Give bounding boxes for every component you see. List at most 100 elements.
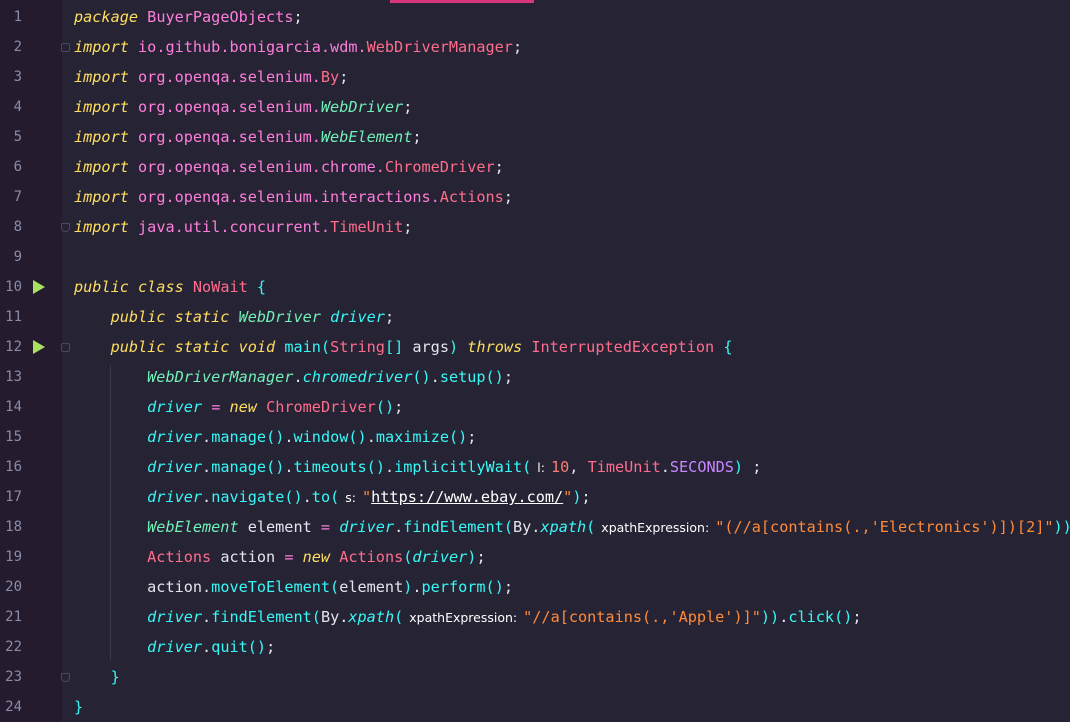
code-token: InterruptedException [531,338,715,356]
code-token: quit [211,638,248,656]
code-token: driver [147,608,203,626]
code-line[interactable]: 12 public static void main(String[] args… [0,332,1070,362]
run-gutter-icon[interactable] [33,280,45,294]
code-line[interactable]: 6 import org.openqa.selenium.chrome.Chrom… [0,152,1070,182]
code-token: ; [743,458,762,476]
code-token: import [74,218,129,236]
code-token: moveToElement [211,578,331,596]
code-line[interactable]: 1 package BuyerPageObjects; [0,2,1070,32]
code-token: xpath [348,608,395,626]
line-number: 17 [5,489,22,505]
code-token: . [412,578,422,596]
code-line[interactable]: 19 Actions action = new Actions(driver); [0,542,1070,572]
code-token: ( [586,518,596,536]
code-token: click [788,608,835,626]
code-line[interactable]: 21 driver.findElement(By.xpath(xpathExpr… [0,602,1070,632]
code-line[interactable]: 11 public static WebDriver driver; [0,302,1070,332]
code-token: driver [147,428,203,446]
code-text: public static WebDriver driver; [74,302,395,332]
code-token: io.github.bonigarcia.wdm. [138,38,367,56]
code-token: () [449,428,468,446]
code-token: Actions [147,548,212,566]
code-token: WebDriver [238,308,321,326]
code-token: new [302,548,331,566]
code-line[interactable]: 22 driver.quit(); [0,632,1070,662]
line-number: 23 [5,669,22,685]
code-token: action. [147,578,212,596]
code-line[interactable]: 2 import io.github.bonigarcia.wdm.WebDriv… [0,32,1070,62]
code-token: { [256,278,267,296]
code-text: import org.openqa.selenium.WebDriver; [74,92,412,122]
code-token: } [74,698,84,716]
code-token: TimeUnit [330,218,404,236]
code-line[interactable]: 3 import org.openqa.selenium.By; [0,62,1070,92]
run-gutter-icon[interactable] [33,340,45,354]
code-line[interactable]: 7 import org.openqa.selenium.interactions… [0,182,1070,212]
code-token: Actions [339,548,404,566]
code-line[interactable]: 4 import org.openqa.selenium.WebDriver; [0,92,1070,122]
code-line[interactable]: 9 [0,242,1070,272]
code-token: = [320,518,331,536]
fold-marker-icon[interactable] [61,223,70,232]
code-text: public class NoWait { [74,272,266,302]
code-line[interactable]: 20 action.moveToElement(element).perform… [0,572,1070,602]
code-text: } [74,662,120,692]
code-token: { [723,338,733,356]
code-line[interactable]: 15 driver.manage().window().maximize(); [0,422,1070,452]
code-token: ) [448,338,459,356]
code-token: " [563,488,573,506]
code-token: . [660,458,670,476]
code-token: import [74,188,129,206]
code-line[interactable]: 23 } [0,662,1070,692]
code-token: () [485,368,504,386]
line-number: 14 [5,399,22,415]
code-line[interactable]: 5 import org.openqa.selenium.WebElement; [0,122,1070,152]
code-token: maximize [375,428,449,446]
code-token: to [311,488,331,506]
line-number: 8 [13,219,22,235]
code-token: import [74,158,129,176]
code-token: findElement [211,608,312,626]
fold-marker-icon[interactable] [61,343,70,352]
code-token: ; [503,188,513,206]
code-line[interactable]: 17 driver.navigate().to(s: "https://www.e… [0,482,1070,512]
fold-marker-icon[interactable] [61,43,70,52]
code-line[interactable]: 10 public class NoWait { [0,272,1070,302]
code-token: " [361,488,372,506]
code-line[interactable]: 13 WebDriverManager.chromedriver().setup… [0,362,1070,392]
code-token: . [202,428,212,446]
code-line[interactable]: 18 WebElement element = driver.findEleme… [0,512,1070,542]
code-token: ; [512,38,523,56]
code-token: NoWait [192,278,248,296]
code-line[interactable]: 24} [0,692,1070,722]
code-token: () [247,638,267,656]
line-number: 10 [5,279,22,295]
code-text: package BuyerPageObjects; [74,2,303,32]
line-number: 2 [13,39,22,55]
code-text: WebDriverManager.chromedriver().setup(); [74,362,513,392]
code-line[interactable]: 16 driver.manage().timeouts().implicitly… [0,452,1070,482]
code-token: . [394,518,404,536]
code-text: import org.openqa.selenium.By; [74,62,348,92]
code-token: import [74,68,129,86]
code-text: driver.findElement(By.xpath(xpathExpress… [74,602,861,633]
code-token: By [320,68,340,86]
code-token: . [366,428,376,446]
code-token: ; [503,368,513,386]
code-line[interactable]: 8 import java.util.concurrent.TimeUnit; [0,212,1070,242]
code-line[interactable]: 14 driver = new ChromeDriver(); [0,392,1070,422]
code-token: ) [403,578,413,596]
fold-marker-icon[interactable] [61,673,70,682]
code-token: args [412,338,449,356]
